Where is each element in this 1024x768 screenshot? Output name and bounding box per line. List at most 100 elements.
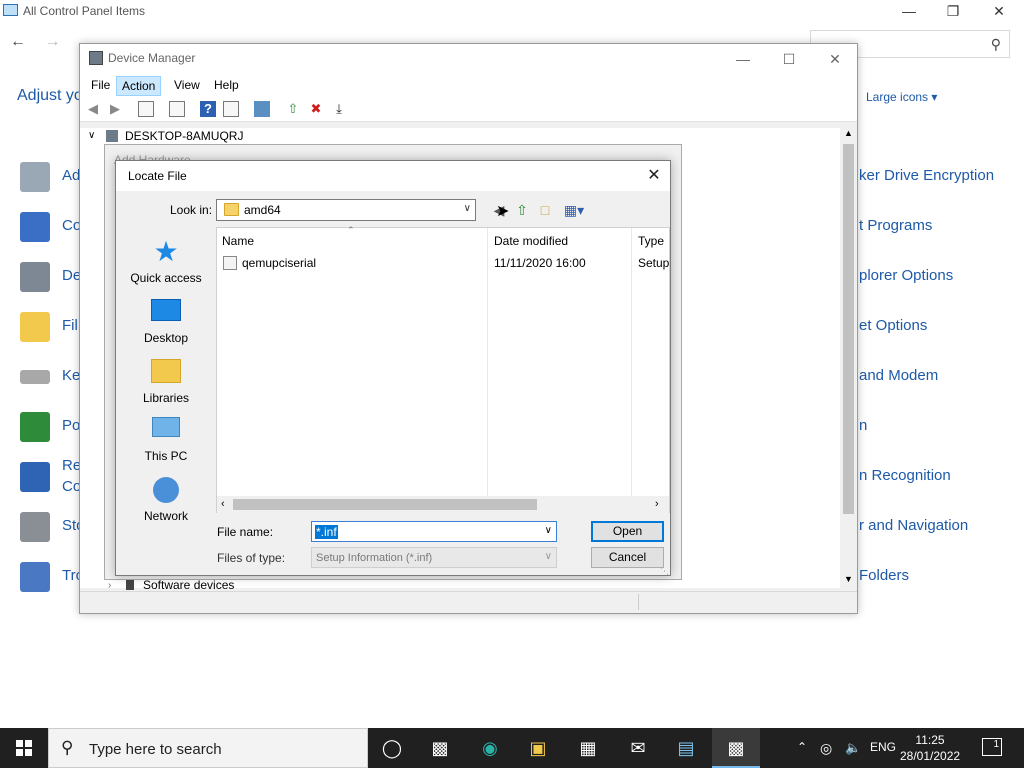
control-panel-taskbar-icon[interactable]: ▤ bbox=[662, 728, 710, 768]
status-divider bbox=[638, 594, 639, 610]
look-in-label: Look in: bbox=[170, 203, 213, 217]
lf-titlebar[interactable]: Locate File ✕ bbox=[116, 161, 670, 191]
help-icon[interactable]: ? bbox=[200, 101, 216, 117]
scroll-down-icon[interactable]: ▼ bbox=[844, 574, 853, 584]
cp-item-bitlocker[interactable]: ker Drive Encryption bbox=[859, 167, 994, 184]
cancel-button[interactable]: Cancel bbox=[591, 547, 664, 568]
cp-item-region[interactable]: n bbox=[859, 417, 867, 434]
cp-item-explorer-options[interactable]: plorer Options bbox=[859, 267, 953, 284]
forward-arrow-icon[interactable]: → bbox=[44, 33, 60, 50]
place-label: Libraries bbox=[142, 391, 190, 405]
column-header-name[interactable]: Name bbox=[222, 234, 254, 248]
scroll-left-icon[interactable]: ‹ bbox=[221, 498, 225, 510]
dm-scroll-thumb[interactable] bbox=[843, 144, 854, 514]
maximize-icon[interactable]: ❐ bbox=[930, 0, 976, 24]
place-label: Quick access bbox=[130, 271, 202, 285]
file-name-value: *.inf bbox=[315, 525, 338, 539]
look-in-dropdown[interactable]: amd64 ∨ bbox=[216, 199, 476, 221]
scroll-right-icon[interactable]: › bbox=[655, 498, 659, 510]
cp-item-phone-modem[interactable]: and Modem bbox=[859, 367, 938, 384]
sort-arrow-icon: ⌃ bbox=[347, 225, 355, 235]
menu-help[interactable]: Help bbox=[209, 76, 244, 96]
devices-icon bbox=[20, 262, 50, 292]
resize-grip-icon[interactable]: ⋱ bbox=[660, 566, 669, 577]
properties-icon[interactable] bbox=[169, 101, 185, 117]
edge-icon[interactable]: ◉ bbox=[466, 728, 514, 768]
lf-close-icon[interactable]: ✕ bbox=[642, 164, 666, 188]
cp-item-admin[interactable]: Ad bbox=[62, 167, 80, 184]
cp-item-tablet[interactable]: r and Navigation bbox=[859, 517, 968, 534]
tree-view-icon[interactable] bbox=[138, 101, 154, 117]
file-list[interactable]: ⌃ Name Date modified Type qemupciserial … bbox=[216, 225, 670, 513]
forward-icon[interactable]: ▶ bbox=[107, 101, 123, 117]
cp-item-keyboard[interactable]: Ke bbox=[62, 367, 80, 384]
locate-file-dialog: Locate File ✕ Look in: amd64 ∨ ◀ ⇧ □ ▦▾ … bbox=[115, 160, 671, 576]
language-indicator[interactable]: ENG bbox=[870, 740, 896, 754]
desktop-icon bbox=[151, 299, 181, 321]
collapse-chevron-icon[interactable]: › bbox=[108, 580, 111, 591]
store-icon[interactable]: ▦ bbox=[564, 728, 612, 768]
clock[interactable]: 11:25 28/01/2022 bbox=[900, 732, 960, 764]
dm-vertical-scrollbar[interactable]: ▲ ▼ bbox=[840, 128, 857, 588]
expand-chevron-icon[interactable]: ∨ bbox=[88, 130, 95, 141]
device-manager-taskbar-icon[interactable]: ▩ bbox=[712, 728, 760, 768]
network-tray-icon[interactable]: ◎ bbox=[820, 740, 832, 757]
place-this-pc[interactable]: This PC bbox=[124, 417, 208, 463]
files-of-type-select[interactable]: Setup Information (*.inf) ∨ bbox=[311, 547, 557, 568]
mail-icon[interactable]: ✉ bbox=[614, 728, 662, 768]
dm-titlebar[interactable]: Device Manager — ☐ ✕ bbox=[80, 44, 857, 74]
file-explorer-icon[interactable]: ▣ bbox=[514, 728, 562, 768]
back-icon[interactable]: ◀ bbox=[85, 101, 101, 117]
file-name-input[interactable]: *.inf ∨ bbox=[311, 521, 557, 542]
file-list-hscrollbar[interactable]: ‹ › bbox=[217, 496, 669, 513]
cp-item-file[interactable]: Fil bbox=[62, 317, 78, 334]
task-view-icon[interactable]: ▩ bbox=[416, 728, 464, 768]
notifications-icon[interactable]: 1 bbox=[982, 738, 1002, 756]
computer-icon bbox=[106, 130, 118, 142]
cortana-icon[interactable]: ◯ bbox=[368, 728, 416, 768]
taskbar-search[interactable]: ⚲ Type here to search bbox=[48, 728, 368, 768]
scroll-up-icon[interactable]: ▲ bbox=[844, 128, 853, 138]
place-libraries[interactable]: Libraries bbox=[124, 359, 208, 405]
cp-item-internet-options[interactable]: et Options bbox=[859, 317, 927, 334]
cp-item-power[interactable]: Po bbox=[62, 417, 80, 434]
up-folder-icon[interactable]: ⇧ bbox=[513, 201, 531, 219]
tree-software-devices[interactable]: Software devices bbox=[143, 578, 234, 592]
open-button[interactable]: Open bbox=[591, 521, 664, 542]
cp-item-work-folders[interactable]: Folders bbox=[859, 567, 909, 584]
dm-close-icon[interactable]: ✕ bbox=[812, 47, 858, 71]
dm-minimize-icon[interactable]: — bbox=[720, 47, 766, 71]
update-driver-icon[interactable]: ⇧ bbox=[285, 101, 301, 117]
cp-item-speech[interactable]: n Recognition bbox=[859, 467, 951, 484]
troubleshoot-icon bbox=[20, 562, 50, 592]
dm-title: Device Manager bbox=[108, 51, 196, 65]
menu-view[interactable]: View bbox=[169, 76, 205, 96]
back-arrow-icon[interactable]: ← bbox=[10, 33, 26, 50]
view-menu-icon[interactable]: ▦▾ bbox=[561, 201, 587, 219]
disable-icon[interactable]: ⤓ bbox=[331, 101, 347, 117]
view-by-dropdown[interactable]: Large icons ▾ bbox=[866, 90, 937, 104]
new-folder-icon[interactable]: □ bbox=[536, 201, 554, 219]
details-icon[interactable] bbox=[223, 101, 239, 117]
chevron-down-icon[interactable]: ∨ bbox=[545, 525, 552, 536]
uninstall-icon[interactable]: ✖ bbox=[308, 101, 324, 117]
column-header-type[interactable]: Type bbox=[638, 234, 664, 248]
hscroll-thumb[interactable] bbox=[233, 499, 537, 510]
volume-muted-icon[interactable]: 🔈 bbox=[845, 740, 861, 756]
file-name-cell[interactable]: qemupciserial bbox=[242, 256, 316, 270]
dm-maximize-icon[interactable]: ☐ bbox=[766, 47, 812, 71]
place-quick-access[interactable]: ★ Quick access bbox=[124, 237, 208, 286]
minimize-icon[interactable]: — bbox=[886, 0, 932, 24]
close-icon[interactable]: ✕ bbox=[976, 0, 1022, 24]
scan-hardware-icon[interactable] bbox=[254, 101, 270, 117]
start-button[interactable] bbox=[0, 728, 48, 768]
place-network[interactable]: Network bbox=[124, 477, 208, 523]
tray-overflow-icon[interactable]: ⌃ bbox=[797, 740, 807, 754]
cp-item-default-programs[interactable]: t Programs bbox=[859, 217, 932, 234]
column-header-date[interactable]: Date modified bbox=[494, 234, 568, 248]
menu-action[interactable]: Action bbox=[116, 76, 162, 96]
place-desktop[interactable]: Desktop bbox=[124, 299, 208, 345]
menu-file[interactable]: File bbox=[86, 76, 115, 96]
chevron-down-icon: ∨ bbox=[463, 203, 471, 214]
tree-root-node[interactable]: DESKTOP-8AMUQRJ bbox=[125, 129, 243, 143]
